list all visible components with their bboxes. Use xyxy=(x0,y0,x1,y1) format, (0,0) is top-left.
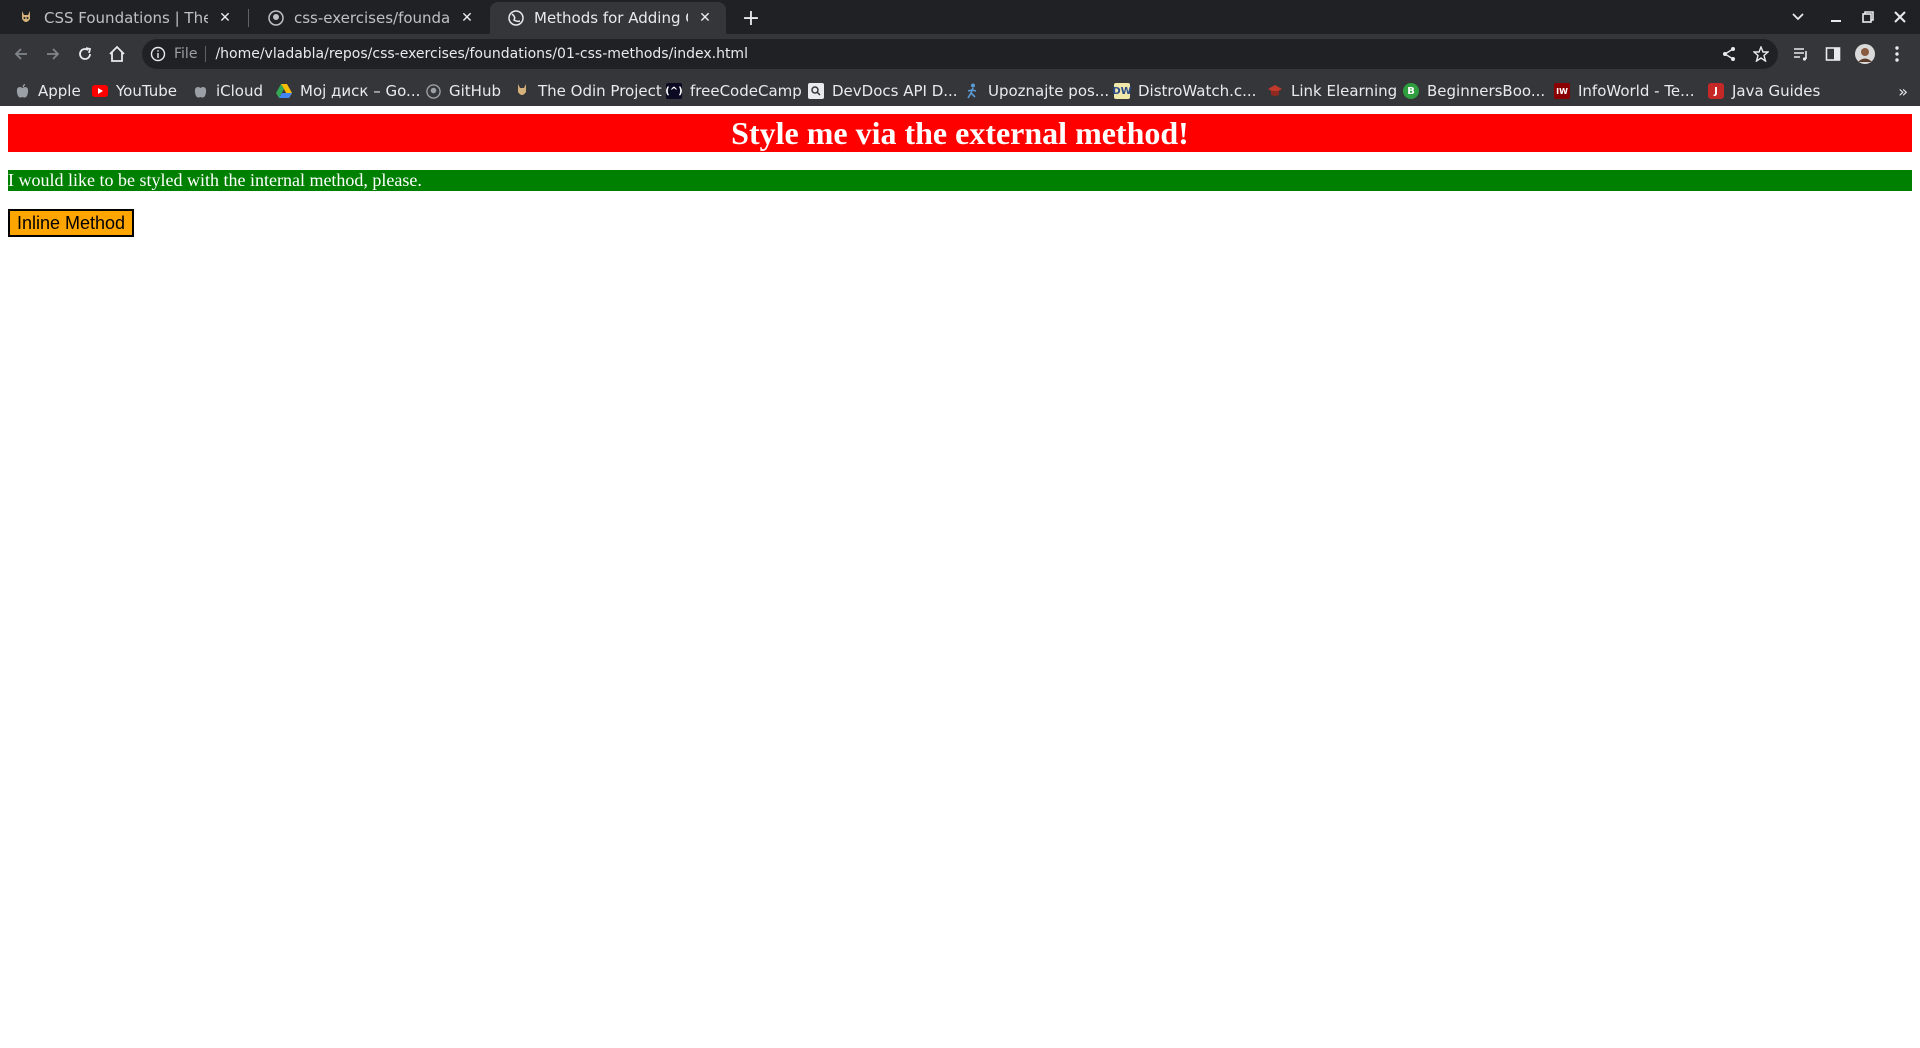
tab-strip: CSS Foundations | The Od ✕ css-exercises… xyxy=(0,0,1920,34)
beginnersbook-icon: B xyxy=(1403,83,1419,99)
bookmark-item[interactable]: B BeginnersBoo... xyxy=(1403,80,1545,102)
tab-title: Methods for Adding CSS xyxy=(534,9,688,27)
bookmark-label: GitHub xyxy=(449,82,501,100)
bookmark-star-icon[interactable] xyxy=(1748,41,1774,67)
tab-separator xyxy=(248,9,249,27)
freecodecamp-icon: (^) xyxy=(665,83,683,99)
bookmark-item[interactable]: The Odin Project xyxy=(514,80,662,102)
bookmarks-bar: Apple YouTube iCloud Мој диск – Go... Gi… xyxy=(0,74,1920,106)
url-separator xyxy=(205,46,207,62)
reload-icon[interactable] xyxy=(72,41,98,67)
bookmark-label: BeginnersBoo... xyxy=(1427,82,1546,100)
apple-icon xyxy=(192,83,208,99)
bookmark-item[interactable]: IW InfoWorld - Te... xyxy=(1554,80,1694,102)
infoworld-icon: IW xyxy=(1554,83,1570,99)
bookmark-label: iCloud xyxy=(216,82,264,100)
page-heading: Style me via the external method! xyxy=(8,114,1912,152)
forward-icon[interactable] xyxy=(40,41,66,67)
url-text[interactable]: /home/vladabla/repos/css-exercises/found… xyxy=(215,46,748,62)
address-bar[interactable]: File /home/vladabla/repos/css-exercises/… xyxy=(142,39,1778,69)
devdocs-icon xyxy=(808,83,824,99)
tab-css-exercises[interactable]: css-exercises/foundations ✕ xyxy=(250,2,488,34)
bookmark-item[interactable]: J Java Guides xyxy=(1708,80,1820,102)
bookmark-item[interactable]: (^) freeCodeCamp xyxy=(665,80,802,102)
bookmark-item[interactable]: iCloud xyxy=(192,80,263,102)
share-icon[interactable] xyxy=(1716,41,1742,67)
bookmark-label: InfoWorld - Te... xyxy=(1578,82,1695,100)
tab-methods-for-adding-css[interactable]: Methods for Adding CSS ✕ xyxy=(490,2,726,34)
bookmark-item[interactable]: Upoznajte pos... xyxy=(964,80,1109,102)
distrowatch-icon: DW xyxy=(1112,83,1132,99)
profile-avatar[interactable] xyxy=(1852,41,1878,67)
odin-icon xyxy=(514,83,530,99)
bookmark-item[interactable]: Link Elearning xyxy=(1267,80,1397,102)
apple-icon xyxy=(14,83,30,99)
side-panel-icon[interactable] xyxy=(1820,41,1846,67)
globe-icon xyxy=(508,10,524,26)
inline-method-button[interactable]: Inline Method xyxy=(8,209,135,237)
bookmark-label: Мој диск – Go... xyxy=(300,82,421,100)
odin-icon xyxy=(18,10,34,26)
new-tab-button[interactable]: + xyxy=(738,5,764,31)
close-icon[interactable]: ✕ xyxy=(458,9,476,27)
bookmark-label: Apple xyxy=(38,82,81,100)
back-icon[interactable] xyxy=(8,41,34,67)
bookmark-item[interactable]: DevDocs API D... xyxy=(808,80,958,102)
close-icon[interactable]: ✕ xyxy=(696,9,714,27)
bookmark-item[interactable]: YouTube xyxy=(92,80,177,102)
github-icon xyxy=(268,10,284,26)
page-paragraph: I would like to be styled with the inter… xyxy=(8,170,1912,191)
bookmark-label: freeCodeCamp xyxy=(690,82,802,100)
restore-icon[interactable] xyxy=(1856,6,1880,28)
bookmark-label: Upoznajte pos... xyxy=(988,82,1110,100)
bookmark-label: Link Elearning xyxy=(1291,82,1398,100)
close-window-icon[interactable] xyxy=(1888,6,1912,28)
home-icon[interactable] xyxy=(104,41,130,67)
tab-title: css-exercises/foundations xyxy=(294,9,450,27)
info-icon[interactable] xyxy=(150,46,166,62)
bookmarks-overflow-icon[interactable]: » xyxy=(1898,82,1908,101)
bookmark-label: Java Guides xyxy=(1732,82,1821,100)
page-viewport: Style me via the external method! I woul… xyxy=(0,106,1920,1048)
bookmark-item[interactable]: GitHub xyxy=(425,80,501,102)
javaguides-icon: J xyxy=(1708,83,1724,99)
close-icon[interactable]: ✕ xyxy=(216,9,234,27)
github-icon xyxy=(425,83,441,99)
tab-search-icon[interactable] xyxy=(1786,6,1810,28)
url-scheme: File xyxy=(174,46,198,62)
bookmark-item[interactable]: Мој диск – Go... xyxy=(276,80,420,102)
youtube-icon xyxy=(92,83,108,99)
more-menu-icon[interactable] xyxy=(1884,41,1910,67)
elearning-icon xyxy=(1267,83,1283,99)
minimize-icon[interactable] xyxy=(1824,6,1848,28)
bookmark-label: DevDocs API D... xyxy=(832,82,958,100)
tab-title: CSS Foundations | The Od xyxy=(44,9,208,27)
bookmark-label: The Odin Project xyxy=(538,82,662,100)
runner-icon xyxy=(964,83,980,99)
bookmark-label: DistroWatch.c... xyxy=(1138,82,1257,100)
tab-css-foundations[interactable]: CSS Foundations | The Od ✕ xyxy=(0,2,246,34)
bookmark-item[interactable]: Apple xyxy=(14,80,81,102)
reading-list-icon[interactable] xyxy=(1788,41,1814,67)
bookmark-item[interactable]: DW DistroWatch.c... xyxy=(1112,80,1257,102)
browser-toolbar: File /home/vladabla/repos/css-exercises/… xyxy=(0,34,1920,74)
google-drive-icon xyxy=(276,83,292,99)
bookmark-label: YouTube xyxy=(116,82,177,100)
